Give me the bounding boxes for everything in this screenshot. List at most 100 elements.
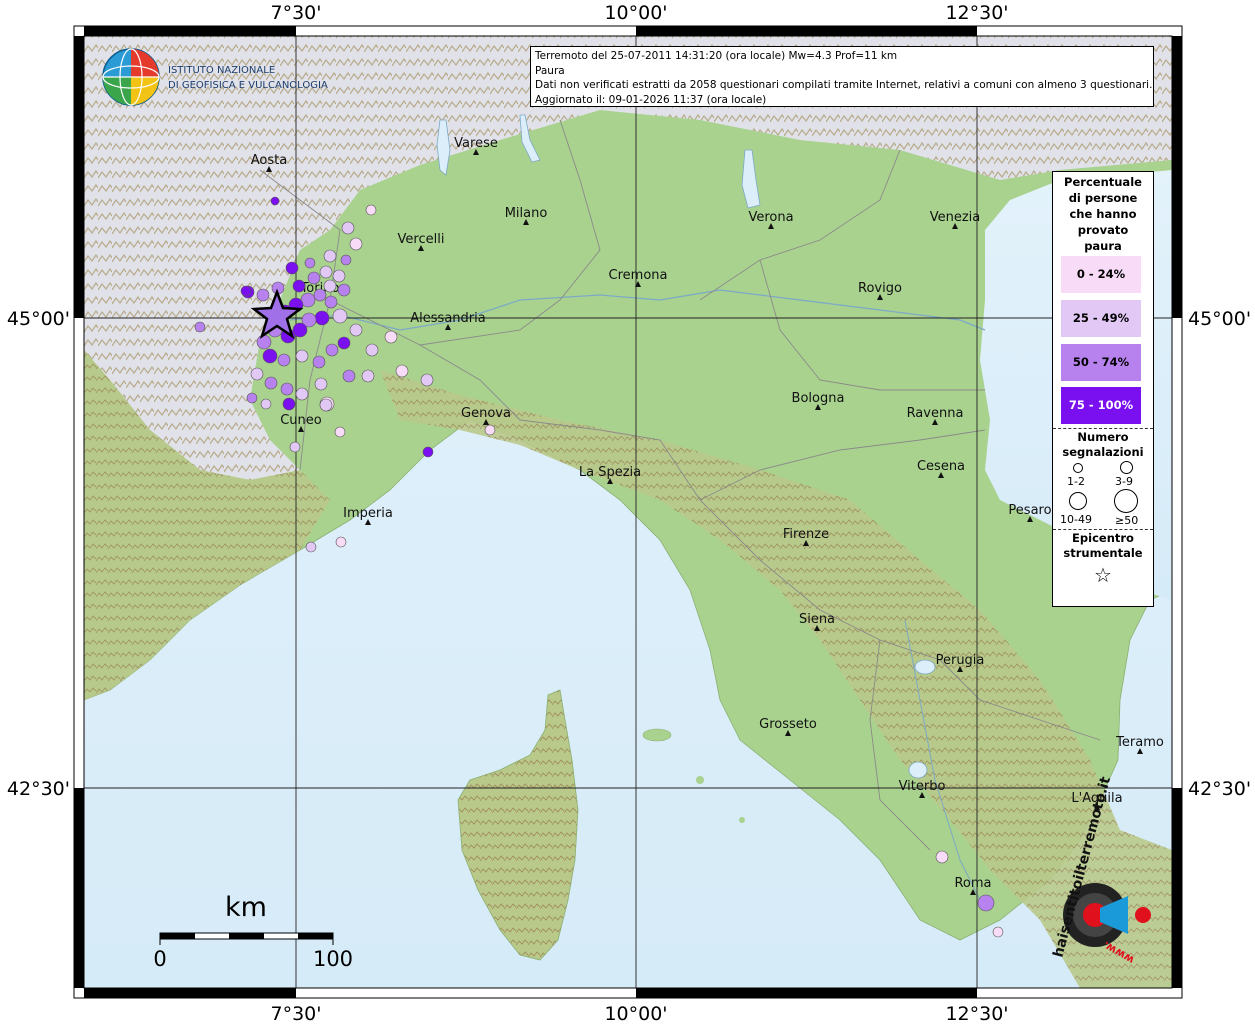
legend-epicenter-title: Epicentro strumentale <box>1063 531 1143 560</box>
lake-trasimeno <box>914 659 936 675</box>
city-label: Milano <box>505 206 548 221</box>
lon-label-bottom: 10°00' <box>604 1003 667 1024</box>
observation-point <box>292 279 306 293</box>
size-circle-large <box>1069 492 1087 510</box>
observation-point <box>277 353 291 367</box>
observation-point <box>256 288 270 302</box>
observation-point <box>295 349 309 363</box>
observation-point <box>194 321 206 333</box>
city-label: Aosta <box>251 153 287 168</box>
ingv-name-line1: ISTITUTO NAZIONALE <box>168 65 275 76</box>
scale-unit: km <box>225 892 267 923</box>
lon-label-top: 12°30' <box>945 2 1008 24</box>
info-event-line: Terremoto del 25-07-2011 14:31:20 (ora l… <box>535 50 898 62</box>
observation-point <box>337 283 351 297</box>
scale-start: 0 <box>153 947 166 971</box>
info-updated-line: Aggiornato il: 09-01-2026 11:37 (ora loc… <box>535 93 767 106</box>
elba-island <box>642 728 672 742</box>
lat-label-right: 45°00' <box>1188 308 1251 330</box>
scale-end: 100 <box>313 947 353 971</box>
city-label: Bologna <box>792 391 845 406</box>
observation-point <box>337 336 351 350</box>
observation-point <box>280 382 294 396</box>
observation-point <box>256 334 272 350</box>
observation-point <box>992 926 1004 938</box>
lat-label-left: 42°30' <box>7 778 70 800</box>
observation-point <box>250 367 264 381</box>
city-label: Perugia <box>936 653 985 668</box>
lat-label-right: 42°30' <box>1188 778 1251 800</box>
earthquake-info-box: Terremoto del 25-07-2011 14:31:20 (ora l… <box>530 46 1154 107</box>
lon-label-bottom: 7°30' <box>271 1003 322 1024</box>
ingv-name-line2: DI GEOFISICA E VULCANOLOGIA <box>168 80 328 91</box>
observation-point <box>246 392 258 404</box>
observation-point <box>325 343 339 357</box>
island <box>739 817 745 823</box>
observation-point <box>340 254 352 266</box>
city-label: Cesena <box>917 459 965 474</box>
observation-point <box>361 369 375 383</box>
observation-point <box>264 376 278 390</box>
observation-point <box>295 387 309 401</box>
observation-point <box>312 355 326 369</box>
city-label: Grosseto <box>759 717 817 732</box>
observation-point <box>305 541 317 553</box>
observation-point <box>335 536 347 548</box>
size-circle-small <box>1073 463 1083 473</box>
legend-divider <box>1053 428 1153 429</box>
observation-point <box>323 279 337 293</box>
observation-point <box>314 377 328 391</box>
legend-count-title: Numero segnalazioni <box>1062 430 1144 459</box>
observation-point <box>240 285 252 297</box>
observation-point <box>420 373 434 387</box>
size-circle-xlarge <box>1114 489 1138 513</box>
map-legend: Percentuale di persone che hanno provato… <box>1052 171 1154 607</box>
city-label: Roma <box>954 876 991 891</box>
observation-point <box>313 288 327 302</box>
observation-point <box>484 424 496 436</box>
city-label: Alessandria <box>410 311 485 326</box>
city-label: Vercelli <box>398 232 445 247</box>
observation-point <box>341 221 355 235</box>
observation-point <box>384 330 398 344</box>
observation-point <box>260 398 272 410</box>
city-label: Rovigo <box>858 281 902 296</box>
info-parameter-line: Paura <box>535 64 565 77</box>
observation-point <box>262 348 278 364</box>
legend-title: Percentuale di persone che hanno provato… <box>1064 175 1142 253</box>
observation-point <box>304 257 316 269</box>
star-icon: ☆ <box>1094 563 1112 587</box>
observation-point <box>289 441 301 453</box>
size-circle-medium <box>1120 461 1133 474</box>
observation-point <box>332 269 346 283</box>
lake-bolsena <box>908 761 928 779</box>
city-label: La Spezia <box>579 465 641 480</box>
city-label: Venezia <box>930 210 981 225</box>
city-label: Teramo <box>1115 735 1164 750</box>
observation-point <box>422 446 434 458</box>
city-label: Cuneo <box>280 413 322 428</box>
legend-bin-0-24: 0 - 24% <box>1061 256 1141 293</box>
legend-bin-25-49: 25 - 49% <box>1061 300 1141 337</box>
observation-point <box>307 271 321 285</box>
observation-point <box>349 237 363 251</box>
city-label: Cremona <box>609 268 668 283</box>
observation-point <box>977 894 995 912</box>
lat-label-left: 45°00' <box>7 308 70 330</box>
city-label: Firenze <box>783 527 829 542</box>
city-label: Siena <box>799 612 835 627</box>
observation-point <box>342 369 356 383</box>
size-label-50-plus: ≥50 <box>1115 514 1139 527</box>
observation-point <box>323 249 337 263</box>
legend-bin-50-74: 50 - 74% <box>1061 344 1141 381</box>
observation-point <box>349 323 363 337</box>
lon-label-bottom: 12°30' <box>945 1003 1008 1024</box>
city-label: Varese <box>454 136 498 151</box>
lon-label-top: 7°30' <box>271 2 322 24</box>
island <box>696 776 704 784</box>
city-label: Pesaro <box>1008 503 1051 518</box>
city-label: Ravenna <box>907 406 964 421</box>
lon-label-top: 10°00' <box>604 2 667 24</box>
observation-point <box>324 295 338 309</box>
city-label: Genova <box>461 406 511 421</box>
